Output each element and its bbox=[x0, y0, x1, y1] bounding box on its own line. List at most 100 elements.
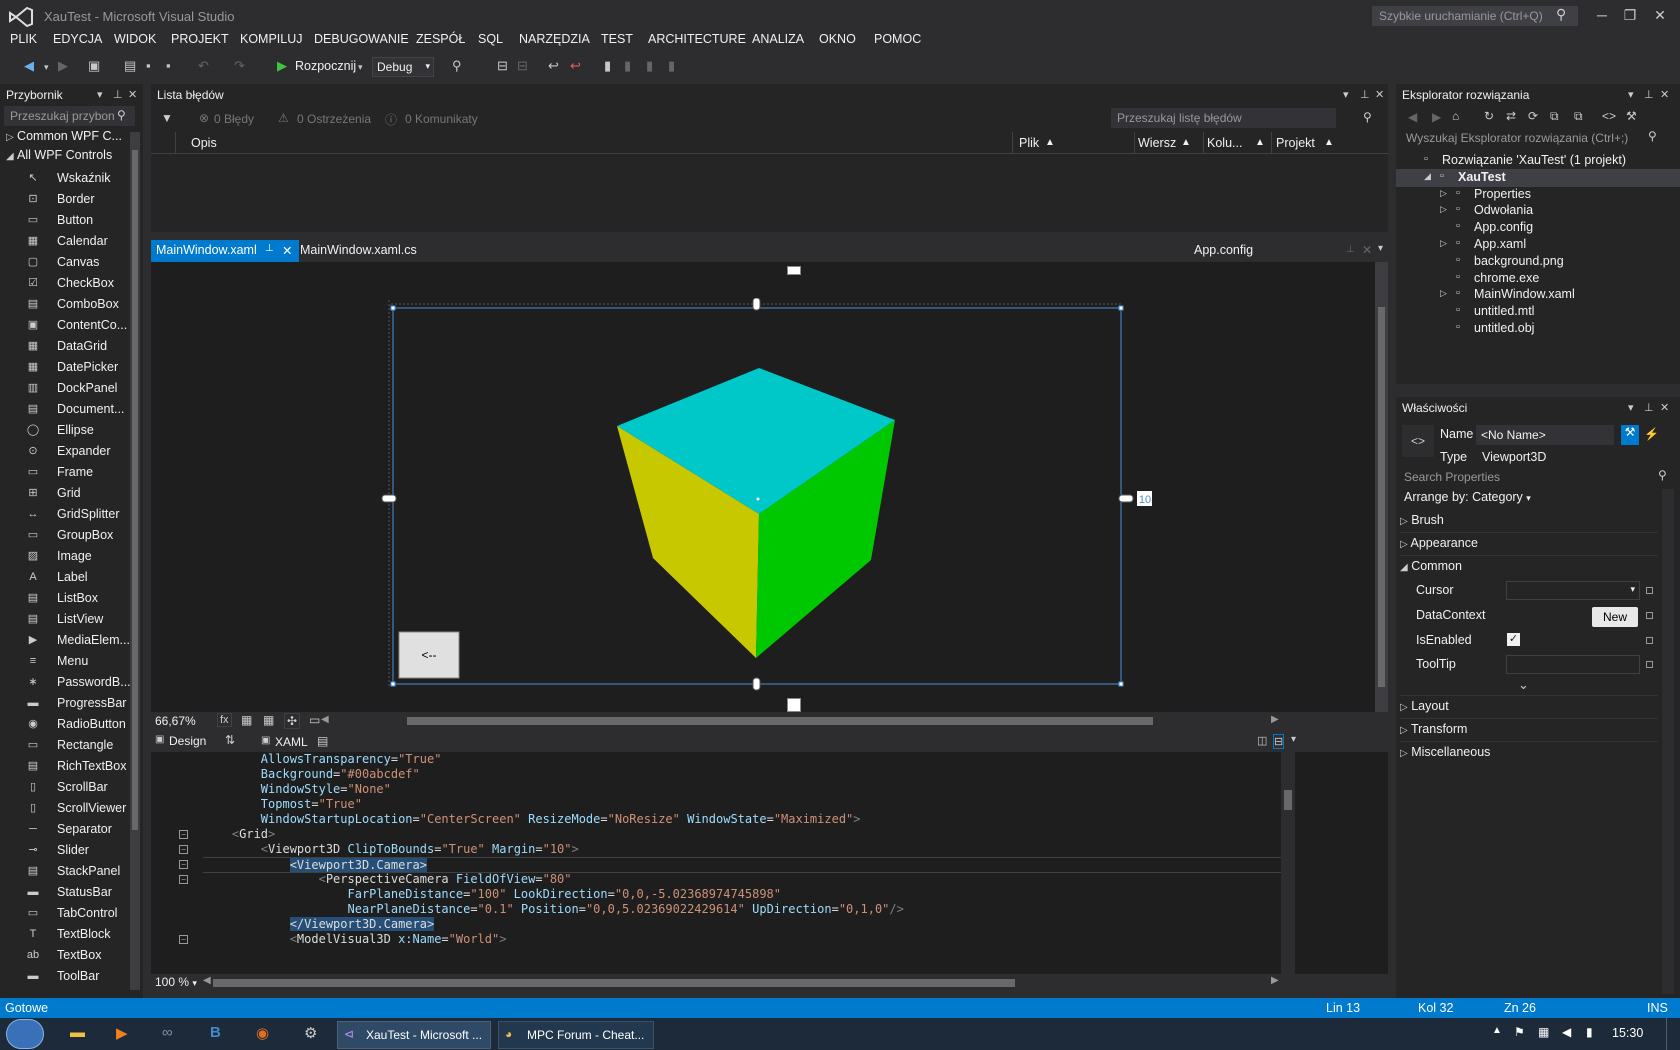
align-disabled-icon[interactable]: ⊟ bbox=[517, 58, 528, 74]
warnings-filter[interactable]: 0 Ostrzeżenia bbox=[297, 112, 371, 126]
close-icon[interactable]: ✕ bbox=[1660, 401, 1669, 414]
snap-lines-icon[interactable]: ✣ bbox=[284, 713, 301, 729]
new-project-icon[interactable]: ▣ bbox=[88, 58, 100, 74]
xaml-horizontal-thumb[interactable] bbox=[213, 979, 1015, 987]
view-code-icon[interactable]: <> bbox=[1602, 109, 1616, 123]
quick-launch-input[interactable]: Szybkie uruchamianie (Ctrl+Q) bbox=[1372, 6, 1578, 26]
step-remove-icon[interactable]: ↩ bbox=[570, 58, 581, 74]
start-button[interactable]: Rozpocznij bbox=[295, 59, 356, 73]
menu-widok[interactable]: WIDOK bbox=[114, 32, 156, 46]
open-file-icon[interactable]: ▤ bbox=[124, 58, 136, 74]
undo-icon[interactable]: ↶ bbox=[198, 58, 209, 74]
toolbox-item[interactable]: ▤ StackPanel bbox=[0, 861, 127, 882]
home-icon[interactable]: ⌂ bbox=[1452, 109, 1459, 123]
property-marker-icon[interactable] bbox=[1646, 637, 1653, 644]
toolbox-group-common[interactable]: ▷ Common WPF C... bbox=[6, 129, 130, 147]
forward-icon[interactable]: ▶ bbox=[1432, 110, 1441, 124]
back-icon[interactable]: ◀ bbox=[1408, 110, 1417, 124]
pending-changes-icon[interactable]: ⇄ bbox=[1506, 109, 1516, 123]
menu-narzędzia[interactable]: NARZĘDZIA bbox=[519, 32, 590, 46]
link-icon[interactable]: ∞ bbox=[162, 1024, 173, 1041]
toolbox-item[interactable]: ▦ DatePicker bbox=[0, 357, 127, 378]
xaml-code[interactable]: AllowsTransparency="True" Background="#0… bbox=[151, 752, 1281, 974]
code-line[interactable]: </Viewport3D.Camera> bbox=[203, 917, 435, 933]
solution-tree-item[interactable]: ▷ ▫ App.xaml bbox=[1396, 236, 1680, 254]
search-icon[interactable]: ⚲ bbox=[1556, 6, 1566, 23]
bookmark-clear-icon[interactable]: ▮ bbox=[668, 58, 675, 74]
toolbox-item[interactable]: ▢ Canvas bbox=[0, 252, 127, 273]
align-icon[interactable]: ⊟ bbox=[497, 58, 508, 74]
code-line[interactable]: <Grid> bbox=[203, 827, 275, 843]
design-surface[interactable]: <-- 10 10 bbox=[151, 262, 1388, 712]
property-search-input[interactable]: Search Properties bbox=[1400, 467, 1658, 487]
toolbox-item[interactable]: ▭ Button bbox=[0, 210, 127, 231]
scroll-left-icon[interactable]: ◀ bbox=[321, 714, 329, 725]
b-app-icon[interactable]: B bbox=[210, 1024, 221, 1041]
toolbox-item[interactable]: ▨ Image bbox=[0, 546, 127, 567]
network-icon[interactable]: ▦ bbox=[1538, 1025, 1549, 1039]
solution-tree-item[interactable]: ▫ App.config bbox=[1396, 219, 1680, 237]
explorer-icon[interactable]: ▬ bbox=[70, 1024, 85, 1041]
expand-toggle-icon[interactable]: ▷ bbox=[1440, 188, 1447, 199]
toolbox-item[interactable]: ▬ StatusBar bbox=[0, 882, 127, 903]
start-icon[interactable]: ▶ bbox=[277, 58, 287, 74]
viewport3d-preview[interactable]: <-- 10 10 bbox=[369, 298, 1167, 728]
close-icon[interactable]: ✕ bbox=[282, 243, 292, 258]
solution-search-input[interactable]: Wyszukaj Eksplorator rozwiązania (Ctrl+;… bbox=[1400, 128, 1676, 148]
menu-architecture[interactable]: ARCHITECTURE bbox=[648, 32, 746, 46]
swap-panes-icon[interactable]: ⇅ bbox=[225, 733, 235, 747]
xaml-vertical-scrollbar[interactable] bbox=[1281, 752, 1295, 974]
solution-tree-item[interactable]: ▷ ▫ MainWindow.xaml bbox=[1396, 286, 1680, 304]
menu-okno[interactable]: OKNO bbox=[819, 32, 856, 46]
toolbox-item[interactable]: ⊞ Grid bbox=[0, 483, 127, 504]
code-line[interactable]: Background="#00abcdef" bbox=[203, 767, 420, 783]
close-icon[interactable]: ✕ bbox=[1375, 88, 1384, 101]
category-layout[interactable]: ▷ Layout bbox=[1400, 699, 1449, 713]
formula-icon[interactable]: fx bbox=[217, 713, 232, 727]
designer-horizontal-thumb[interactable] bbox=[407, 717, 1153, 725]
dropdown-icon[interactable]: ▾ bbox=[1628, 401, 1634, 414]
pin-icon[interactable]: ⊥ bbox=[1360, 88, 1370, 101]
expand-toggle-icon[interactable]: ▷ bbox=[1440, 204, 1447, 215]
expand-toggle-icon[interactable]: ▷ bbox=[1440, 238, 1447, 249]
warnings-icon[interactable]: ⚠ bbox=[278, 111, 289, 125]
solution-tree-item[interactable]: ▫ background.png bbox=[1396, 253, 1680, 271]
column-column[interactable]: Kolu... bbox=[1207, 136, 1242, 150]
solution-tree-item[interactable]: ▫ untitled.mtl bbox=[1396, 303, 1680, 321]
toolbox-item[interactable]: ▥ DockPanel bbox=[0, 378, 127, 399]
start-dropdown-icon[interactable]: ▾ bbox=[358, 62, 363, 73]
solution-tree-item[interactable]: ▷ ▫ Odwołania bbox=[1396, 202, 1680, 220]
tab-dropdown-icon[interactable]: ▾ bbox=[1378, 243, 1383, 254]
solution-tree-item[interactable]: ▷ ▫ Properties bbox=[1396, 186, 1680, 204]
tooltip-input[interactable] bbox=[1506, 655, 1640, 674]
toolbox-item[interactable]: ab TextBox bbox=[0, 945, 127, 966]
code-line[interactable]: FarPlaneDistance="100" LookDirection="0,… bbox=[203, 887, 781, 903]
refresh-icon[interactable]: ⟳ bbox=[1528, 109, 1538, 123]
toolbox-item[interactable]: ◯ Ellipse bbox=[0, 420, 127, 441]
toolbox-item[interactable]: ▭ TabControl bbox=[0, 903, 127, 924]
power-icon[interactable]: ▮ bbox=[1586, 1025, 1593, 1039]
collapse-all-icon[interactable]: ⧉ bbox=[1550, 109, 1559, 124]
close-icon[interactable]: ✕ bbox=[1660, 88, 1669, 101]
category-transform[interactable]: ▷ Transform bbox=[1400, 722, 1467, 736]
menu-kompiluj[interactable]: KOMPILUJ bbox=[240, 32, 303, 46]
search-icon[interactable]: ⚲ bbox=[117, 108, 126, 122]
xaml-view-icon[interactable]: ▣ bbox=[261, 735, 270, 746]
column-file[interactable]: Plik bbox=[1019, 136, 1039, 150]
messages-filter[interactable]: 0 Komunikaty bbox=[405, 112, 478, 126]
column-project[interactable]: Projekt bbox=[1276, 136, 1315, 150]
restore-button[interactable]: ❐ bbox=[1613, 4, 1647, 26]
fold-toggle-icon[interactable]: − bbox=[179, 875, 188, 884]
category-miscellaneous[interactable]: ▷ Miscellaneous bbox=[1400, 745, 1490, 759]
dropdown-icon[interactable]: ▾ bbox=[1628, 88, 1634, 101]
fold-toggle-icon[interactable]: − bbox=[179, 830, 188, 839]
menu-projekt[interactable]: PROJEKT bbox=[171, 32, 229, 46]
tab-mainwindow-xaml[interactable]: MainWindow.xaml ⊥ ✕ bbox=[151, 240, 299, 262]
back-dropdown-icon[interactable]: ▾ bbox=[44, 62, 49, 73]
toolbox-item[interactable]: ─ Separator bbox=[0, 819, 127, 840]
filter-icon[interactable]: ▼ bbox=[161, 111, 173, 125]
start-orb-icon[interactable] bbox=[6, 1019, 44, 1049]
save-icon[interactable]: ▪ bbox=[146, 58, 151, 73]
tray-expand-icon[interactable]: ▲ bbox=[1492, 1025, 1502, 1036]
isenabled-checkbox[interactable]: ✓ bbox=[1507, 633, 1520, 646]
